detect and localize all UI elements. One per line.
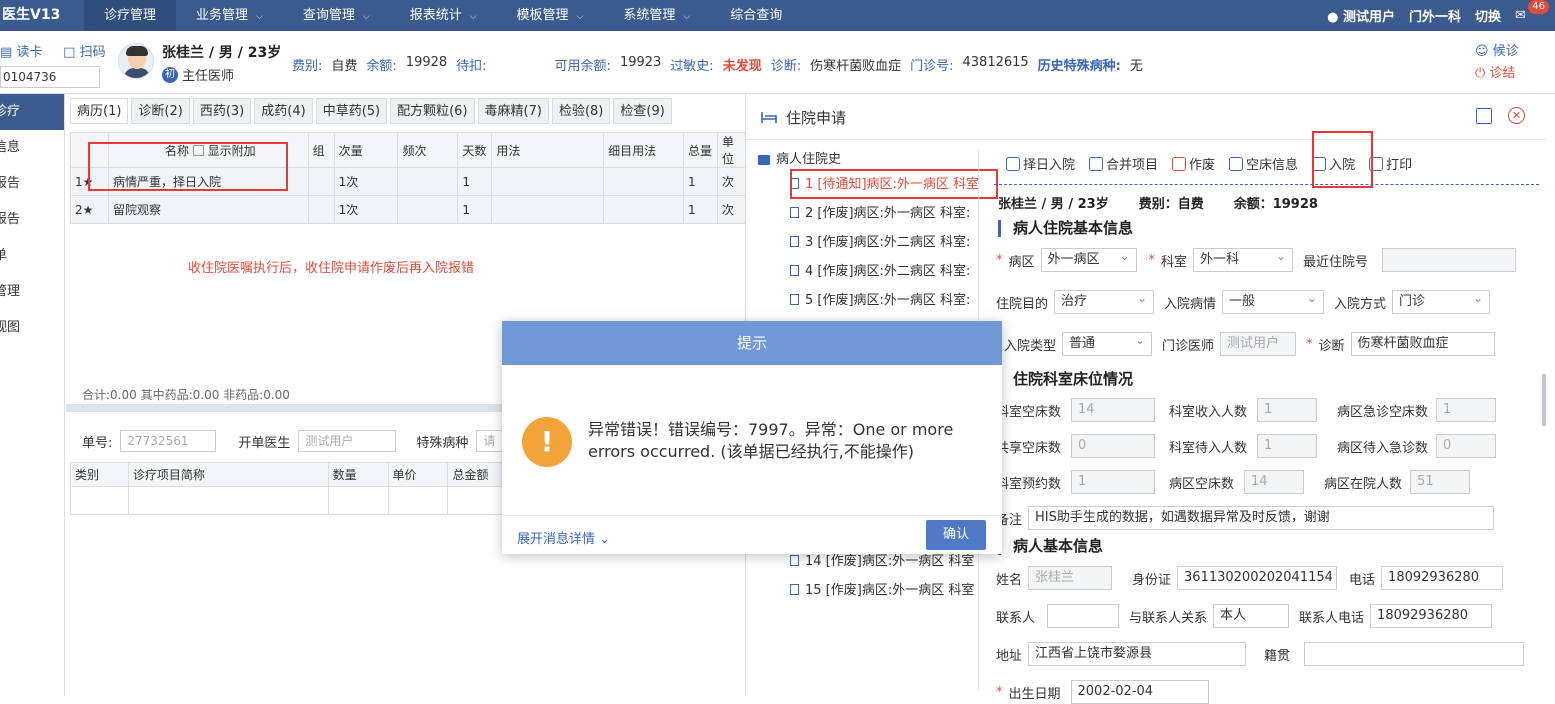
- dialog-title: 提示: [502, 321, 1002, 365]
- confirm-button[interactable]: 确认: [926, 520, 986, 550]
- dialog-footer: 展开消息详情 ⌄ 确认: [502, 515, 1002, 554]
- expand-details-link[interactable]: 展开消息详情 ⌄: [517, 528, 610, 547]
- error-dialog: 提示 ! 异常错误！错误编号：7997。异常：One or more error…: [502, 321, 1002, 554]
- double-chevron-down-icon: ⌄: [599, 532, 611, 547]
- dialog-message: 异常错误！错误编号：7997。异常：One or more errors occ…: [588, 420, 954, 461]
- warning-icon: !: [522, 417, 572, 467]
- dialog-body: ! 异常错误！错误编号：7997。异常：One or more errors o…: [522, 417, 988, 467]
